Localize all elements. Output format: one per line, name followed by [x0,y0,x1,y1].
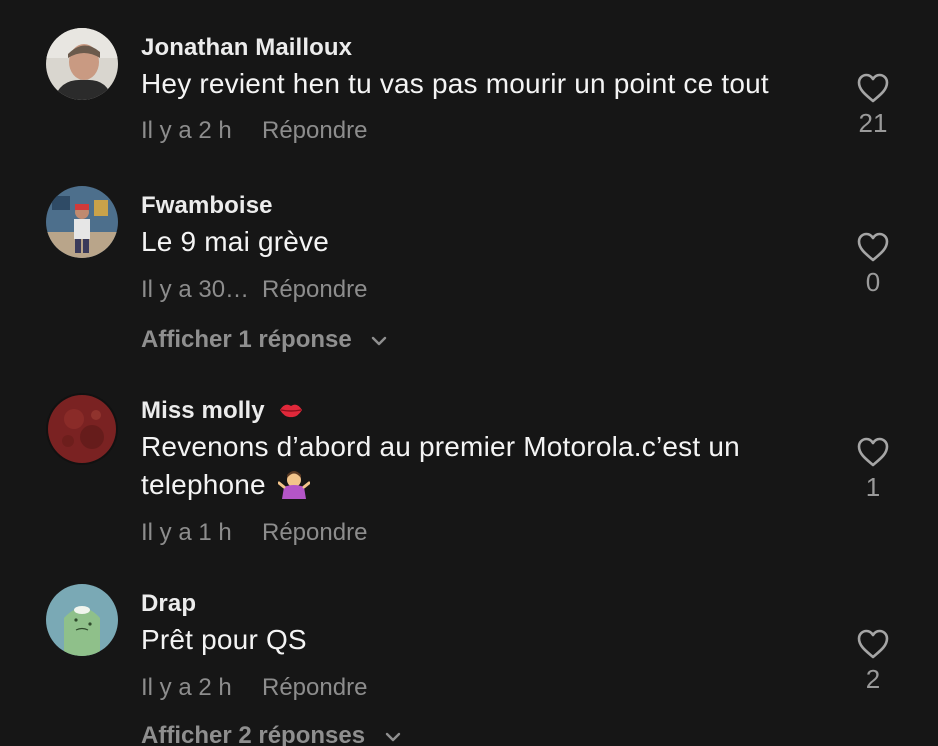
avatar[interactable] [46,393,118,465]
view-replies-button[interactable]: Afficher 1 réponse [141,326,388,354]
timestamp: Il y a 2 h [141,674,232,701]
like-button[interactable]: 21 [850,72,896,139]
shrug-emoji [277,470,310,499]
heart-outline-icon [857,232,889,262]
timestamp: Il y a 2 h [141,117,232,144]
reply-button[interactable]: Répondre [262,276,367,304]
comment-meta: Il y a 2 h Répondre [141,117,367,145]
username[interactable]: Miss molly [141,397,304,425]
chevron-down-icon [372,336,387,345]
reply-button[interactable]: Répondre [262,117,367,145]
like-count: 2 [865,664,881,694]
reply-button[interactable]: Répondre [262,674,367,702]
username-text: Miss molly [141,397,265,424]
username[interactable]: Fwamboise [141,192,273,220]
heart-outline-icon [857,629,889,659]
username[interactable]: Drap [141,590,196,618]
comment-meta: Il y a 2 h Répondre [141,674,367,702]
comment-text: Hey revient hen tu vas pas mourir un poi… [141,68,769,99]
comment-meta: Il y a 1 h Répondre [141,519,367,547]
comment-text: Revenons d’abord au premier Motorola.c’e… [141,428,821,504]
comment-text: Le 9 mai grève [141,226,330,257]
reply-button[interactable]: Répondre [262,519,367,547]
lips-emoji [279,404,302,417]
like-count: 21 [858,108,888,138]
timestamp: Il y a 1 h [141,519,232,546]
timestamp: Il y a 30… [141,276,250,303]
comment-text: Prêt pour QS [141,624,307,655]
comment-meta: Il y a 30… Répondre [141,276,367,304]
view-replies-label: Afficher 1 réponse [141,326,352,353]
view-replies-button[interactable]: Afficher 2 réponses [141,722,402,746]
avatar[interactable] [46,28,118,100]
heart-outline-icon [857,73,889,103]
view-replies-label: Afficher 2 réponses [141,722,366,746]
comment-text-content: Revenons d’abord au premier Motorola.c’e… [141,431,740,500]
like-button[interactable]: 0 [850,231,896,298]
avatar[interactable] [46,186,118,258]
like-count: 1 [865,472,881,502]
like-button[interactable]: 1 [850,436,896,503]
like-count: 0 [865,267,881,297]
avatar[interactable] [46,584,118,656]
like-button[interactable]: 2 [850,628,896,695]
heart-outline-icon [857,437,889,467]
username[interactable]: Jonathan Mailloux [141,34,352,62]
chevron-down-icon [385,732,400,741]
